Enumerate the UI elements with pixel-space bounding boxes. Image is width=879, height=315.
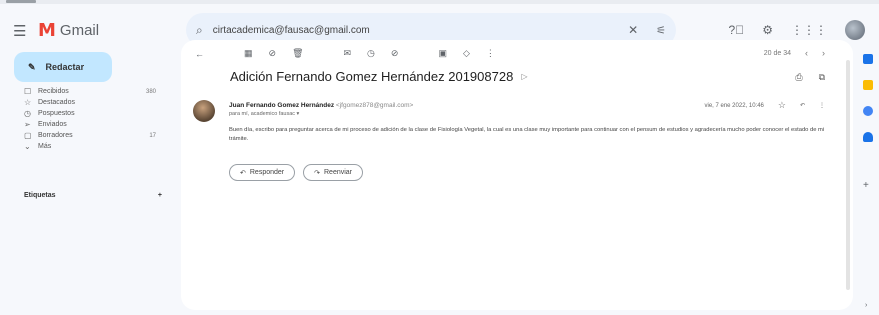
sidebar-item-label: Enviados xyxy=(38,121,67,128)
email-toolbar: ← ▦ ⊘ 🗑 ✉ ◷ ⊘ ▣ ◇ ⋮ xyxy=(195,48,495,59)
email-view: ← ▦ ⊘ 🗑 ✉ ◷ ⊘ ▣ ◇ ⋮ 20 de 34 ‹ › Adición… xyxy=(181,40,853,310)
add-label-icon[interactable]: + xyxy=(158,192,162,199)
nav-list: ☐ Recibidos 380 ☆ Destacados ◷ Pospuestos ➢ E… xyxy=(24,86,174,152)
sidebar-item-enviados[interactable]: ➢ Enviados xyxy=(24,119,174,130)
browser-tab[interactable] xyxy=(6,0,36,3)
email-date: vie, 7 ene 2022, 10:46 xyxy=(704,102,764,109)
inbox-icon: ☐ xyxy=(24,87,32,96)
help-icon[interactable]: ?⃝ xyxy=(729,23,745,37)
hamburger-icon[interactable]: ☰ xyxy=(13,22,26,40)
email-body: Buen día, escribo para preguntar acerca … xyxy=(229,127,825,142)
send-icon: ➢ xyxy=(24,120,31,129)
add-addon-icon[interactable]: + xyxy=(863,180,869,191)
next-icon[interactable]: › xyxy=(822,48,825,58)
window-top-strip xyxy=(0,0,879,4)
chevron-right-icon[interactable]: › xyxy=(865,302,867,309)
email-meta: vie, 7 ene 2022, 10:46 ☆ ↶ ⋮ xyxy=(705,100,826,111)
search-icon[interactable]: ⌕ xyxy=(196,23,203,38)
sidebar-item-label: Destacados xyxy=(38,99,75,106)
snooze-icon[interactable]: ◷ xyxy=(367,48,375,59)
more-vert-icon[interactable]: ⋮ xyxy=(819,102,825,109)
more-vert-icon[interactable]: ⋮ xyxy=(486,48,495,59)
sidebar-item-label: Borradores xyxy=(38,132,73,139)
sidebar-item-label: Más xyxy=(38,143,52,150)
reply-actions: ↶ Responder ↷ Reenviar xyxy=(229,164,364,181)
reply-icon[interactable]: ↶ xyxy=(800,102,805,109)
search-input[interactable]: cirtacademica@fausac@gmail.com xyxy=(213,25,628,36)
reply-icon: ↶ xyxy=(240,169,246,177)
sidebar: ✎ Redactar ☐ Recibidos 380 ☆ Destacados ◷ Po… xyxy=(0,52,180,315)
header-icons: ?⃝ ⚙ ⋮⋮⋮ xyxy=(729,20,865,40)
sidebar-item-pospuestos[interactable]: ◷ Pospuestos xyxy=(24,108,174,119)
unread-count: 380 xyxy=(145,88,156,95)
sender-email: <jfgomez878@gmail.com> xyxy=(335,102,414,109)
tasks-icon[interactable] xyxy=(863,106,873,116)
sidebar-item-recibidos[interactable]: ☐ Recibidos 380 xyxy=(24,86,174,97)
star-icon[interactable]: ☆ xyxy=(778,100,786,111)
contacts-icon[interactable] xyxy=(863,132,873,142)
calendar-icon[interactable] xyxy=(863,54,873,64)
prev-icon[interactable]: ‹ xyxy=(805,48,808,58)
add-task-icon[interactable]: ⊘ xyxy=(391,48,399,59)
draft-count: 17 xyxy=(149,132,156,139)
star-icon: ☆ xyxy=(24,98,32,107)
open-new-window-icon[interactable]: ⧉ xyxy=(819,72,825,83)
importance-marker-icon[interactable]: ▷ xyxy=(521,72,527,81)
labels-section: Etiquetas + xyxy=(24,192,174,199)
sidebar-item-destacados[interactable]: ☆ Destacados xyxy=(24,97,174,108)
draft-icon: ▢ xyxy=(24,131,32,140)
pager: 20 de 34 ‹ › xyxy=(764,48,825,58)
sender-line: Juan Fernando Gomez Hernández <jfgomez87… xyxy=(229,102,413,109)
avatar[interactable] xyxy=(845,20,865,40)
apps-icon[interactable]: ⋮⋮⋮ xyxy=(791,23,827,37)
search-options-icon[interactable]: ⚟ xyxy=(656,24,666,37)
report-spam-icon[interactable]: ⊘ xyxy=(269,48,277,59)
print-icon[interactable]: ⎙ xyxy=(795,72,802,83)
sidebar-item-mas[interactable]: ⌄ Más xyxy=(24,141,174,152)
compose-button[interactable]: ✎ Redactar xyxy=(14,52,112,82)
mark-unread-icon[interactable]: ✉ xyxy=(344,48,352,59)
scrollbar[interactable] xyxy=(846,60,850,290)
sidebar-item-borradores[interactable]: ▢ Borradores 17 xyxy=(24,130,174,141)
sidebar-item-label: Pospuestos xyxy=(38,110,75,117)
sidebar-item-label: Recibidos xyxy=(38,88,69,95)
reply-label: Responder xyxy=(249,169,285,176)
compose-label: Redactar xyxy=(45,62,85,72)
subject-row: Adición Fernando Gomez Hernández 2019087… xyxy=(230,69,527,84)
label-icon[interactable]: ◇ xyxy=(463,48,470,59)
labels-title: Etiquetas xyxy=(24,192,56,199)
archive-icon[interactable]: ▦ xyxy=(244,48,253,59)
side-panel-rail: + › xyxy=(858,52,879,315)
delete-icon[interactable]: 🗑 xyxy=(292,48,303,59)
pager-text: 20 de 34 xyxy=(763,49,791,57)
reply-button[interactable]: ↶ Responder xyxy=(229,164,296,181)
pencil-icon: ✎ xyxy=(28,61,36,72)
back-arrow-icon[interactable]: ← xyxy=(195,49,204,59)
clock-icon: ◷ xyxy=(24,109,31,118)
move-to-icon[interactable]: ▣ xyxy=(438,48,447,59)
gmail-logo[interactable]: M Gmail xyxy=(38,20,99,41)
clear-search-icon[interactable]: ✕ xyxy=(628,23,638,37)
forward-icon: ↷ xyxy=(314,169,320,177)
recipient-line[interactable]: para mí, academico fausac ▾ xyxy=(229,111,299,117)
sender-name: Juan Fernando Gomez Hernández xyxy=(229,102,335,109)
forward-label: Reenviar xyxy=(324,169,353,176)
chevron-down-icon: ⌄ xyxy=(24,142,31,151)
sender-avatar[interactable] xyxy=(193,100,215,122)
gmail-m-icon: M xyxy=(38,20,56,41)
forward-button[interactable]: ↷ Reenviar xyxy=(303,164,364,181)
email-subject: Adición Fernando Gomez Hernández 2019087… xyxy=(230,69,514,84)
subject-actions: ⎙ ⧉ xyxy=(795,72,825,83)
settings-icon[interactable]: ⚙ xyxy=(762,23,773,37)
keep-icon[interactable] xyxy=(863,80,873,90)
logo-text: Gmail xyxy=(59,22,100,39)
